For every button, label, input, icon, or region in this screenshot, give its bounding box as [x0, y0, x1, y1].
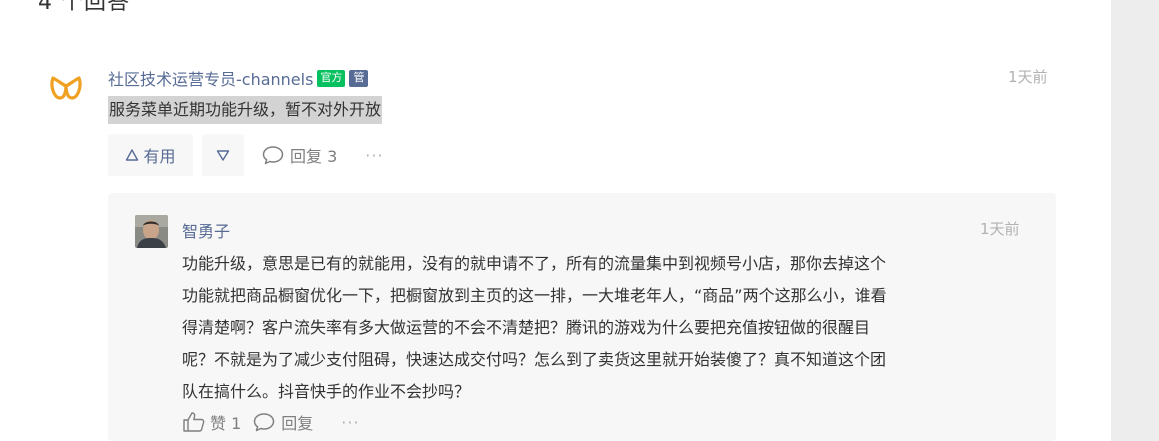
more-options-button[interactable]: ··· — [365, 146, 383, 165]
reply-timestamp: 1天前 — [1008, 68, 1048, 86]
reply-author-name[interactable]: 社区技术运营专员-channels — [108, 66, 313, 90]
right-gutter — [1111, 0, 1159, 441]
answers-count-heading: 4 个回答 — [38, 0, 130, 15]
nested-reply-label: 回复 — [281, 414, 314, 433]
admin-badge: 管 — [349, 69, 369, 87]
brand-logo-icon — [48, 70, 84, 106]
nested-reply-button[interactable]: 回复 — [253, 410, 313, 434]
like-button[interactable]: 赞 1 — [182, 410, 241, 434]
nested-more-options-button[interactable]: ··· — [341, 413, 359, 432]
reply-content: 服务菜单近期功能升级，暂不对外开放 — [108, 96, 383, 124]
reply-count-label: 回复 3 — [290, 147, 338, 166]
comment-bubble-icon — [262, 145, 284, 165]
useful-label: 有用 — [143, 147, 176, 166]
content-line: 得清楚啊？客户流失率有多大做运营的不会不清楚把？腾讯的游戏为什么要把充值按钮做的… — [182, 318, 871, 337]
triangle-up-icon — [125, 148, 139, 162]
content-line: 功能就把商品橱窗优化一下，把橱窗放到主页的这一排，一大堆老年人，“商品”两个这那… — [182, 286, 887, 305]
reply-button[interactable]: 回复 3 — [262, 143, 337, 167]
nested-reply-author[interactable]: 智勇子 — [182, 218, 230, 242]
reply-action-bar: 有用 回复 3 ··· — [108, 134, 384, 176]
thumbs-up-icon — [182, 411, 206, 433]
nested-reply-timestamp: 1天前 — [980, 220, 1020, 238]
reply-author-row: 社区技术运营专员-channels 官方 管 — [108, 66, 369, 90]
official-badge: 官方 — [317, 69, 346, 87]
comment-bubble-icon — [253, 412, 275, 432]
like-count-label: 赞 1 — [210, 414, 242, 433]
nested-reply-actions: 赞 1 回复 ··· — [182, 406, 360, 438]
content-line: 呢？不就是为了减少支付阻碍，快速达成交付吗？怎么到了卖货这里就开始装傻了？真不知… — [182, 350, 887, 369]
content-line: 功能升级，意思是已有的就能用，没有的就申请不了，所有的流量集中到视频号小店，那你… — [182, 254, 887, 273]
not-useful-button[interactable] — [202, 134, 244, 176]
user-avatar[interactable] — [135, 215, 168, 248]
nested-reply-content: 功能升级，意思是已有的就能用，没有的就申请不了，所有的流量集中到视频号小店，那你… — [182, 248, 1042, 408]
triangle-down-icon — [216, 148, 230, 162]
useful-button[interactable]: 有用 — [108, 134, 193, 176]
content-line: 队在搞什么。抖音快手的作业不会抄吗？ — [182, 382, 471, 401]
